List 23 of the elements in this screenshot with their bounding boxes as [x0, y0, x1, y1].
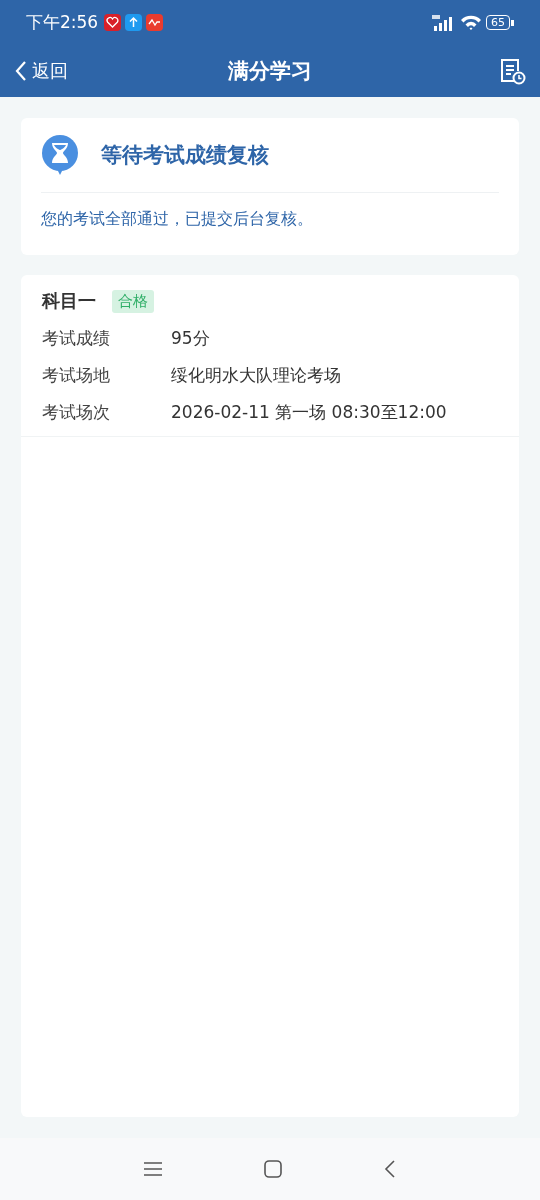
status-title: 等待考试成绩复核 — [101, 142, 269, 169]
status-time: 下午2:56 — [26, 11, 99, 34]
field-value: 2026-02-11 第一场 08:30至12:00 — [171, 401, 447, 424]
field-label: 考试场地 — [42, 364, 111, 387]
hourglass-icon — [41, 134, 79, 176]
chevron-icon — [14, 60, 28, 82]
back-icon[interactable] — [383, 1159, 397, 1179]
subject-name: 科目一 — [42, 289, 96, 313]
field-value: 95分 — [171, 327, 210, 350]
wave-app-icon — [146, 14, 164, 31]
wifi-icon — [460, 14, 482, 31]
back-button[interactable]: 返回 — [14, 59, 68, 83]
upload-app-icon — [125, 14, 143, 31]
home-icon[interactable] — [263, 1159, 283, 1179]
field-label: 考试场次 — [42, 401, 111, 424]
field-value: 绥化明水大队理论考场 — [171, 364, 341, 387]
page-title: 满分学习 — [228, 58, 312, 85]
result-badge: 合格 — [112, 289, 154, 313]
menu-icon[interactable] — [143, 1161, 163, 1177]
document-clock-icon[interactable] — [498, 57, 526, 85]
app-notification-icon — [104, 14, 122, 31]
status-message: 您的考试全部通过，已提交后台复核。 — [41, 208, 314, 230]
field-label: 考试成绩 — [42, 327, 111, 350]
